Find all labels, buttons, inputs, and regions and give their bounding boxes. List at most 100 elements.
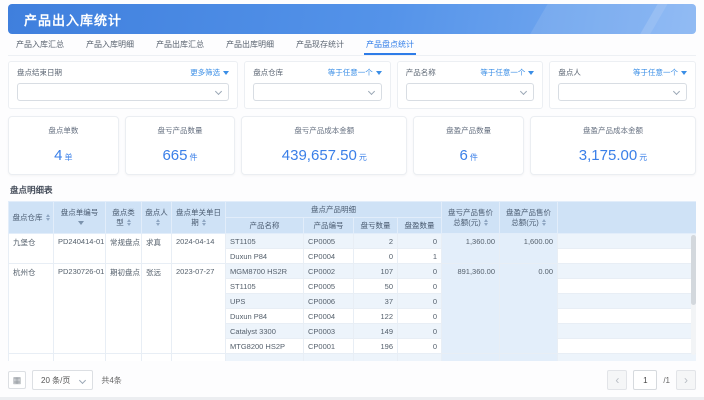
loss-total-cell: 1,360.00 [442, 234, 500, 264]
filler-cell [558, 324, 697, 339]
tab-item[interactable]: 产品入库明细 [84, 35, 136, 55]
product-name-cell: MTG8200 HS2P [226, 339, 304, 354]
warehouse-cell: 杭州仓 [9, 264, 54, 354]
gain-total-cell: 0.00 [500, 264, 558, 354]
stat-cards: 盘点单数4单盘亏产品数量665件盘亏产品成本金额439,657.50元盘盈产品数… [8, 116, 696, 175]
product-name-cell: Catalyst 3300 [226, 324, 304, 339]
person-cell: 求真 [142, 234, 172, 264]
loss-qty-cell: 196 [354, 339, 398, 354]
tab-bar: 产品入库汇总产品入库明细产品出库汇总产品出库明细产品现存统计产品盘点统计 [8, 36, 696, 56]
sort-icon[interactable] [484, 219, 488, 226]
loss-qty-cell: 149 [354, 324, 398, 339]
next-page-button[interactable]: › [676, 370, 696, 390]
filter-operator-link[interactable]: 等于任意一个 [633, 67, 687, 78]
caret-down-icon[interactable] [78, 221, 84, 225]
stat-value: 3,175.00 [579, 147, 637, 164]
col-gain-qty: 盘盈数量 [398, 218, 442, 234]
table-cell [9, 354, 54, 362]
stat-label: 盘亏产品数量 [130, 125, 231, 136]
page-header-banner: 产品出入库统计 [8, 4, 696, 34]
table-scrollbar[interactable] [691, 235, 696, 355]
stat-unit: 单 [65, 153, 73, 162]
gain-qty-cell: 0 [398, 264, 442, 279]
type-cell: 期初盘点 [106, 264, 142, 354]
col-close-date[interactable]: 盘点单关单日期 [172, 202, 226, 234]
prev-page-icon: ‹ [615, 373, 619, 387]
stat-card-loss-cost: 盘亏产品成本金额439,657.50元 [241, 116, 407, 175]
table-cell [106, 354, 142, 362]
gain-qty-cell: 0 [398, 309, 442, 324]
page-total-label: /1 [663, 376, 670, 385]
prev-page-button[interactable]: ‹ [607, 370, 627, 390]
filler-cell [558, 294, 697, 309]
tab-item[interactable]: 产品出库汇总 [154, 35, 206, 55]
col-warehouse[interactable]: 盘点仓库 [9, 202, 54, 234]
tab-item[interactable]: 产品入库汇总 [14, 35, 66, 55]
pagination-bar: ▦ 20 条/页 共4条 ‹ 1 /1 › [8, 369, 696, 391]
col-type[interactable]: 盘点类型 [106, 202, 142, 234]
col-gain-total[interactable]: 盘盈产品售价总额(元) [500, 202, 558, 234]
product-code-cell: CP0004 [304, 309, 354, 324]
col-person[interactable]: 盘点人 [142, 202, 172, 234]
sort-icon[interactable] [542, 219, 546, 226]
caret-down-icon [528, 71, 534, 75]
sort-icon[interactable] [127, 219, 131, 226]
filter-label: 盘点仓库 [253, 67, 283, 78]
table-cell [54, 354, 106, 362]
filter-warehouse: 盘点仓库 等于任意一个 [244, 61, 391, 109]
table-cell [558, 354, 697, 362]
stat-label: 盘盈产品成本金额 [535, 125, 691, 136]
col-order-no[interactable]: 盘点单编号 [54, 202, 106, 234]
loss-qty-cell: 107 [354, 264, 398, 279]
table-row[interactable]: 九堡仓PD240414-01常规盘点求真2024-04-14ST1105CP00… [9, 234, 697, 249]
table-cell [500, 354, 558, 362]
app-screen: 产品出入库统计 产品入库汇总产品入库明细产品出库汇总产品出库明细产品现存统计产品… [0, 0, 704, 400]
filter-operator-link[interactable]: 等于任意一个 [480, 67, 534, 78]
data-table: 盘点仓库盘点单编号盘点类型盘点人盘点单关单日期盘点产品明细盘亏产品售价总额(元)… [8, 201, 696, 361]
filter-select[interactable] [558, 83, 687, 101]
col-loss-total[interactable]: 盘亏产品售价总额(元) [442, 202, 500, 234]
filter-operator-link[interactable]: 等于任意一个 [328, 67, 382, 78]
stat-value: 665 [162, 147, 187, 164]
page-size-select[interactable]: 20 条/页 [32, 370, 93, 390]
col-empty [558, 202, 697, 234]
sort-icon[interactable] [46, 214, 50, 221]
filter-select[interactable] [406, 83, 535, 101]
stat-card-gain-qty: 盘盈产品数量6件 [413, 116, 524, 175]
order-no-cell: PD230726-01 [54, 264, 106, 354]
tab-item[interactable]: 产品盘点统计 [364, 35, 416, 55]
filler-cell [558, 279, 697, 294]
scrollbar-thumb[interactable] [691, 235, 696, 305]
table-row[interactable] [9, 354, 697, 362]
tab-item[interactable]: 产品现存统计 [294, 35, 346, 55]
sort-icon[interactable] [156, 219, 160, 226]
product-name-cell: Duxun P84 [226, 249, 304, 264]
filler-cell [558, 249, 697, 264]
tab-item[interactable]: 产品出库明细 [224, 35, 276, 55]
product-code-cell: CP0002 [304, 264, 354, 279]
page-title: 产品出入库统计 [24, 10, 122, 29]
filter-product-name: 产品名称等于任意一个 [397, 61, 544, 109]
stat-value: 6 [459, 147, 467, 164]
table-cell [226, 354, 304, 362]
caret-down-icon [681, 71, 687, 75]
gain-qty-cell: 0 [398, 294, 442, 309]
product-code-cell: CP0005 [304, 234, 354, 249]
column-settings-button[interactable]: ▦ [8, 371, 26, 389]
table-row[interactable]: 杭州仓PD230726-01期初盘点张远2023-07-27MGM8700 HS… [9, 264, 697, 279]
filter-select[interactable] [17, 83, 229, 101]
loss-total-cell: 891,360.00 [442, 264, 500, 354]
current-page-input[interactable]: 1 [633, 370, 657, 390]
table-cell [398, 354, 442, 362]
chevron-down-icon [215, 88, 222, 95]
loss-qty-cell: 0 [354, 249, 398, 264]
filter-label: 盘点结束日期 [17, 67, 62, 78]
filter-operator-link[interactable]: 更多筛选 [190, 67, 229, 78]
type-cell: 常规盘点 [106, 234, 142, 264]
sort-icon[interactable] [202, 219, 206, 226]
gain-qty-cell: 0 [398, 279, 442, 294]
product-name-cell: ST1105 [226, 279, 304, 294]
filter-counter-person: 盘点人等于任意一个 [549, 61, 696, 109]
filter-select[interactable] [253, 83, 382, 101]
chevron-down-icon [520, 88, 527, 95]
